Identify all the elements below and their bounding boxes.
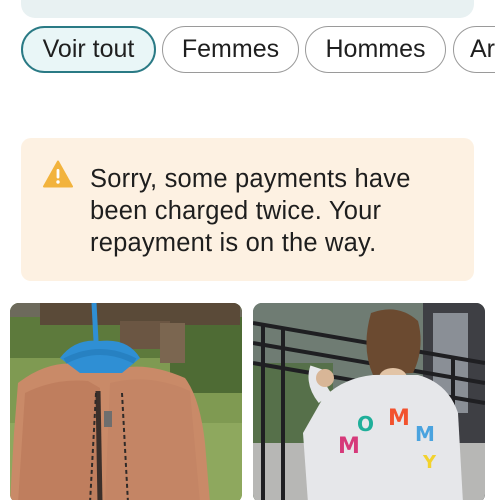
- filter-chip-bar: Voir tout Femmes Hommes Ar: [0, 25, 495, 75]
- svg-text:M: M: [415, 422, 435, 446]
- product-card-sweatshirt[interactable]: M O M M Y: [253, 303, 485, 500]
- product-image-jacket: [10, 303, 242, 500]
- product-card-jacket[interactable]: [10, 303, 242, 500]
- warning-icon: [43, 160, 73, 188]
- svg-text:O: O: [357, 412, 374, 436]
- svg-text:M: M: [338, 434, 360, 459]
- svg-text:M: M: [388, 406, 410, 431]
- chip-ar[interactable]: Ar: [453, 26, 495, 73]
- chip-voir-tout[interactable]: Voir tout: [21, 26, 156, 73]
- chip-hommes[interactable]: Hommes: [305, 26, 446, 73]
- product-image-sweatshirt: M O M M Y: [253, 303, 485, 500]
- svg-text:Y: Y: [422, 452, 437, 473]
- chip-femmes[interactable]: Femmes: [162, 26, 299, 73]
- payment-alert-banner: Sorry, some payments have been charged t…: [21, 138, 474, 281]
- alert-message: Sorry, some payments have been charged t…: [90, 165, 411, 257]
- search-panel-bottom: [21, 0, 474, 18]
